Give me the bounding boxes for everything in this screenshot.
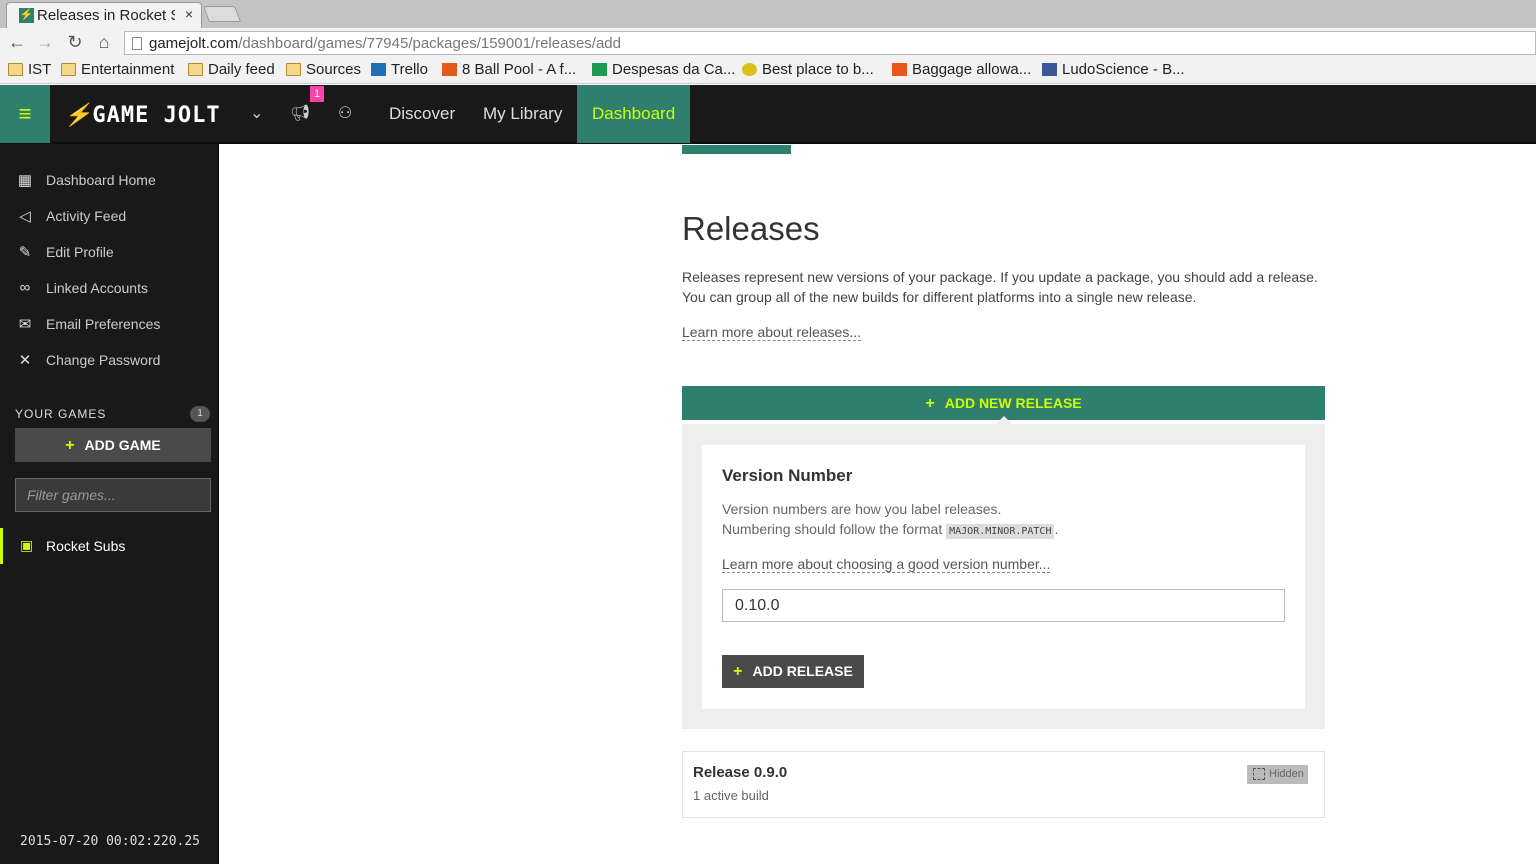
bookmark-item[interactable]: Despesas da Ca... [592,61,735,78]
site-header: ≡ ⚡GAME JOLT ⌄ 📢︎ 1 ⚇ Discover My Librar… [0,85,1536,144]
nav-dashboard[interactable]: Dashboard [577,85,691,143]
megaphone-icon: ◁ [19,208,31,225]
pencil-icon: ✎ [18,244,32,261]
your-games-heading: YOUR GAMES [15,407,107,421]
facebook-icon [1042,63,1057,76]
folder-icon [188,63,203,76]
menu-toggle-button[interactable]: ≡ [0,85,50,143]
folder-icon [8,63,23,76]
sidebar-item-dashboard-home[interactable]: ▦ Dashboard Home [0,166,219,194]
bookmark-item[interactable]: Baggage allowa... [892,61,1031,78]
filter-games-input[interactable] [15,478,211,512]
reload-icon[interactable]: ↻ [64,32,86,53]
tab-close-icon[interactable]: × [185,6,193,22]
e-logo-icon [892,63,907,76]
url-path: /dashboard/games/77945/packages/159001/r… [238,35,621,52]
learn-more-version-link[interactable]: Learn more about choosing a good version… [722,556,1051,573]
folder-icon [61,63,76,76]
panel-pointer [996,416,1012,424]
sidebar-game-rocket-subs[interactable]: ▣ Rocket Subs [0,528,219,564]
friends-icon[interactable]: ⚇ [338,103,352,123]
dashboard-icon: ▦ [17,172,33,189]
release-card[interactable] [682,751,1325,818]
bookmark-item[interactable]: Sources [286,61,361,78]
version-number-heading: Version Number [722,466,853,485]
site-logo[interactable]: ⚡GAME JOLT [64,103,221,128]
spreadsheet-icon [592,63,607,76]
add-new-release-toggle[interactable]: + ADD NEW RELEASE [682,386,1325,420]
games-count-badge: 1 [190,406,210,422]
bookmark-item[interactable]: Trello [371,61,428,78]
megaphone-icon[interactable]: 📢︎ [290,103,310,123]
notification-badge: 1 [310,86,324,102]
forward-arrow-icon[interactable]: → [34,32,56,53]
play-icon [442,63,457,76]
plus-icon: + [65,437,75,454]
address-bar[interactable]: gamejolt.com/dashboard/games/77945/packa… [124,31,1536,55]
bookmark-item[interactable]: 8 Ball Pool - A f... [442,61,576,78]
browser-tab[interactable]: ⚡ Releases in Rocket Su × [6,2,202,28]
status-badge: Hidden [1247,765,1308,784]
releases-description: Releases represent new versions of your … [682,269,1318,305]
hamburger-icon: ≡ [18,101,32,126]
bookmark-item[interactable]: IST [8,61,51,78]
smiley-icon [742,63,757,76]
sidebar: ▦ Dashboard Home ◁ Activity Feed ✎ Edit … [0,144,219,864]
bookmark-item[interactable]: LudoScience - B... [1042,61,1185,78]
add-release-button[interactable]: + ADD RELEASE [722,655,864,688]
bookmark-item[interactable]: Best place to b... [742,61,874,78]
url-host: gamejolt.com [149,35,239,52]
release-build-count: 1 active build [693,788,769,803]
chevron-down-icon[interactable]: ⌄ [250,103,263,123]
sidebar-item-edit-profile[interactable]: ✎ Edit Profile [0,238,219,266]
trello-icon [371,63,386,76]
page-icon [132,37,142,50]
browser-tab-strip: ⚡ Releases in Rocket Su × [0,0,1536,28]
nav-discover[interactable]: Discover [374,85,470,143]
bookmark-item[interactable]: Entertainment [61,61,174,78]
sidebar-item-change-password[interactable]: ✕ Change Password [0,346,219,374]
folder-icon [286,63,301,76]
bookmark-item[interactable]: Daily feed [188,61,275,78]
envelope-icon: ✉ [18,316,32,333]
sidebar-item-linked-accounts[interactable]: ∞ Linked Accounts [0,274,219,302]
version-number-input[interactable] [722,589,1285,622]
learn-more-releases-link[interactable]: Learn more about releases... [682,324,861,341]
page-title: Releases [682,210,820,247]
active-tab-indicator [682,145,791,154]
tools-icon: ✕ [18,352,32,369]
plus-icon: + [925,395,935,412]
timestamp-overlay: 2015-07-20 00:02:220.25 [20,834,201,849]
release-title[interactable]: Release 0.9.0 [693,764,787,781]
gamepad-icon: ▣ [20,537,34,553]
browser-tab-title: Releases in Rocket Su [37,7,175,24]
sidebar-item-activity-feed[interactable]: ◁ Activity Feed [0,202,219,230]
bookmarks-bar: IST Entertainment Daily feed Sources Tre… [0,58,1536,84]
format-code: MAJOR.MINOR.PATCH [946,524,1055,539]
nav-my-library[interactable]: My Library [468,85,577,143]
hidden-icon [1253,768,1265,780]
sidebar-item-email-preferences[interactable]: ✉ Email Preferences [0,310,219,338]
home-icon[interactable]: ⌂ [93,32,115,53]
gamejolt-favicon-icon: ⚡ [19,8,34,23]
add-game-button[interactable]: + ADD GAME [15,428,211,462]
version-number-help: Version numbers are how you label releas… [722,501,1059,539]
new-tab-button[interactable] [203,6,241,22]
back-arrow-icon[interactable]: ← [6,32,28,53]
link-icon: ∞ [19,279,31,296]
plus-icon: + [733,663,743,680]
browser-toolbar: ← → ↻ ⌂ gamejolt.com/dashboard/games/779… [0,28,1536,58]
